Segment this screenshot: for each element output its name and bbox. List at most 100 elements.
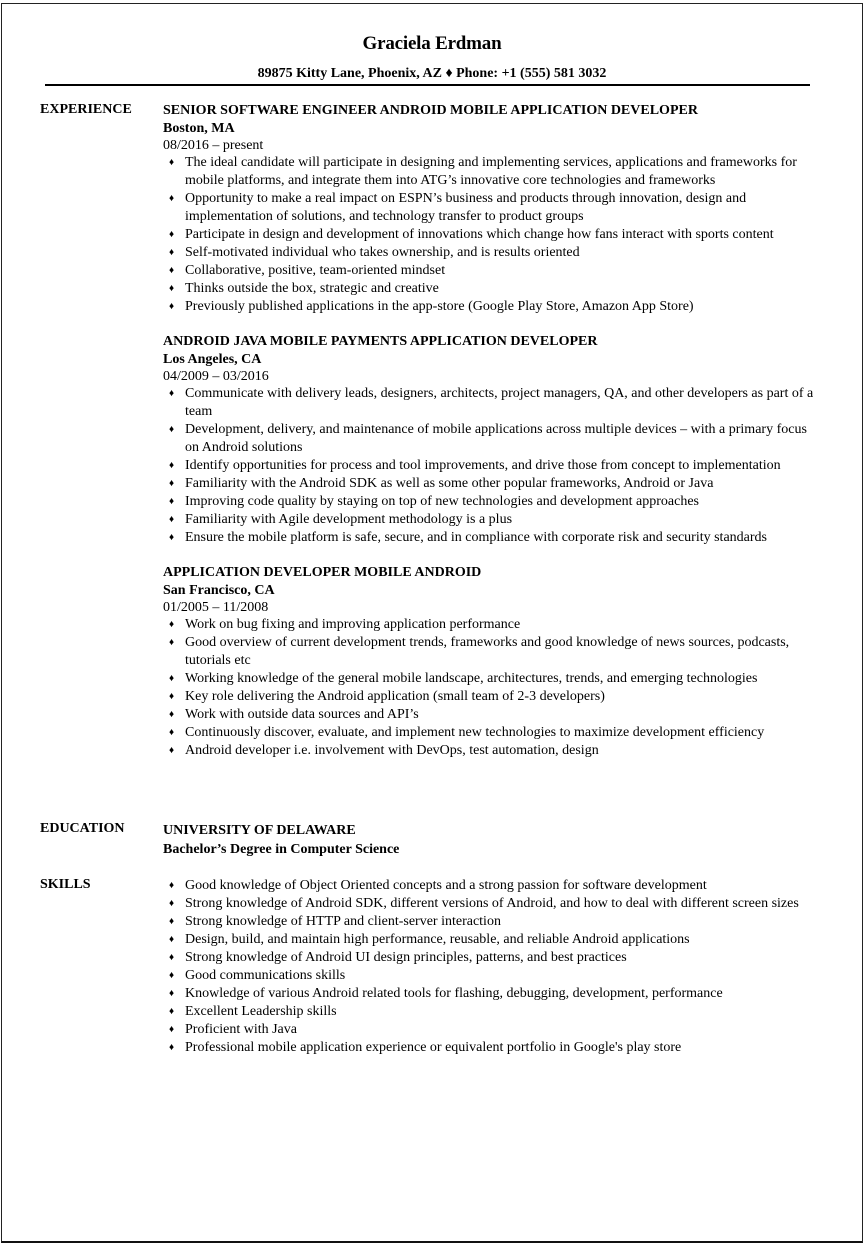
list-item-text: Excellent Leadership skills (185, 1004, 337, 1019)
contact-line: 89875 Kitty Lane, Phoenix, AZ ♦ Phone: +… (257, 66, 607, 81)
job-entry: SENIOR SOFTWARE ENGINEER ANDROID MOBILE … (163, 102, 823, 316)
job-dates: 01/2005 – 11/2008 (163, 600, 269, 615)
list-item: ♦ Thinks outside the box, strategic and c… (163, 280, 823, 298)
list-item: ♦ Strong knowledge of Android SDK, differ… (163, 895, 823, 913)
education-entry: UNIVERSITY OF DELAWARE Bachelor’s Degree… (163, 821, 823, 859)
bullet-icon: ♦ (169, 478, 175, 489)
list-item-text: Development, delivery, and maintenance o… (185, 422, 807, 455)
list-item-text: Collaborative, positive, team-oriented m… (185, 263, 446, 278)
list-item: ♦ Good communications skills (163, 967, 823, 985)
list-item: ♦ Familiarity with Agile development meth… (163, 511, 823, 529)
job-entry: APPLICATION DEVELOPER MOBILE ANDROID San … (163, 564, 823, 760)
list-item: ♦ Communicate with delivery leads, design… (163, 385, 823, 421)
job-dates: 08/2016 – present (163, 138, 264, 153)
list-item: ♦ Strong knowledge of Android UI design p… (163, 949, 823, 967)
list-item: ♦ Work with outside data sources and API’… (163, 706, 823, 724)
list-item-text: Self-motivated individual who takes owne… (185, 245, 580, 260)
bullet-icon: ♦ (169, 460, 175, 471)
job-bullets: ♦ Work on bug fixing and improving applic… (163, 616, 823, 760)
list-item: ♦ Working knowledge of the general mobile… (163, 670, 823, 688)
bullet-icon: ♦ (169, 691, 175, 702)
list-item-text: Strong knowledge of HTTP and client-serv… (185, 914, 501, 929)
bullet-icon: ♦ (169, 496, 175, 507)
skills-list-container: ♦ Good knowledge of Object Oriented conce… (163, 877, 823, 1057)
job-location: Boston, MA (163, 121, 235, 136)
bullet-icon: ♦ (169, 283, 175, 294)
bullet-icon: ♦ (169, 916, 175, 927)
bullet-icon: ♦ (169, 157, 175, 168)
list-item: ♦ Strong knowledge of HTTP and client-ser… (163, 913, 823, 931)
list-item-text: Previously published applications in the… (185, 299, 694, 314)
section-label-skills: SKILLS (40, 877, 91, 892)
bullet-icon: ♦ (169, 265, 175, 276)
list-item: ♦ Participate in design and development o… (163, 226, 823, 244)
job-title: SENIOR SOFTWARE ENGINEER ANDROID MOBILE … (163, 103, 698, 118)
section-label-education: EDUCATION (40, 821, 125, 836)
list-item: ♦ Good overview of current development tr… (163, 634, 823, 670)
list-item-text: Key role delivering the Android applicat… (185, 689, 605, 704)
bullet-icon: ♦ (169, 247, 175, 258)
header-divider (45, 84, 810, 86)
bullet-icon: ♦ (169, 1006, 175, 1017)
bullet-icon: ♦ (169, 880, 175, 891)
list-item: ♦ Knowledge of various Android related to… (163, 985, 823, 1003)
list-item: ♦ The ideal candidate will participate in… (163, 154, 823, 190)
job-bullets: ♦ The ideal candidate will participate in… (163, 154, 823, 316)
list-item-text: Knowledge of various Android related too… (185, 986, 723, 1001)
bullet-icon: ♦ (169, 193, 175, 204)
job-title: ANDROID JAVA MOBILE PAYMENTS APPLICATION… (163, 334, 598, 349)
list-item-text: Identify opportunities for process and t… (185, 458, 781, 473)
list-item: ♦ Identify opportunities for process and … (163, 457, 823, 475)
education-school: UNIVERSITY OF DELAWARE (163, 823, 356, 838)
job-bullets: ♦ Communicate with delivery leads, design… (163, 385, 823, 547)
job-entry: ANDROID JAVA MOBILE PAYMENTS APPLICATION… (163, 333, 823, 547)
list-item: ♦ Design, build, and maintain high perfor… (163, 931, 823, 949)
list-item: ♦ Continuously discover, evaluate, and im… (163, 724, 823, 742)
bullet-icon: ♦ (169, 934, 175, 945)
list-item-text: Ensure the mobile platform is safe, secu… (185, 530, 767, 545)
list-item-text: Professional mobile application experien… (185, 1040, 682, 1055)
section-label-experience: EXPERIENCE (40, 102, 132, 117)
list-item-text: Work with outside data sources and API’s (185, 707, 419, 722)
list-item-text: Good knowledge of Object Oriented concep… (185, 878, 707, 893)
list-item-text: Design, build, and maintain high perform… (185, 932, 690, 947)
list-item-text: Communicate with delivery leads, designe… (185, 386, 814, 419)
list-item: ♦ Opportunity to make a real impact on ES… (163, 190, 823, 226)
education-degree: Bachelor’s Degree in Computer Science (163, 842, 400, 857)
list-item: ♦ Work on bug fixing and improving applic… (163, 616, 823, 634)
bullet-icon: ♦ (169, 727, 175, 738)
bullet-icon: ♦ (169, 637, 175, 648)
list-item-text: Improving code quality by staying on top… (185, 494, 699, 509)
list-item-text: Participate in design and development of… (185, 227, 774, 242)
bullet-icon: ♦ (169, 1024, 175, 1035)
list-item-text: Good communications skills (185, 968, 346, 983)
bullet-icon: ♦ (169, 1042, 175, 1053)
job-location: San Francisco, CA (163, 583, 275, 598)
list-item-text: Android developer i.e. involvement with … (185, 743, 599, 758)
bullet-icon: ♦ (169, 229, 175, 240)
bullet-icon: ♦ (169, 709, 175, 720)
list-item: ♦ Excellent Leadership skills (163, 1003, 823, 1021)
resume-page: Graciela Erdman 89875 Kitty Lane, Phoeni… (1, 3, 863, 1243)
job-title: APPLICATION DEVELOPER MOBILE ANDROID (163, 565, 482, 580)
list-item: ♦ Self-motivated individual who takes own… (163, 244, 823, 262)
list-item: ♦ Good knowledge of Object Oriented conce… (163, 877, 823, 895)
list-item-text: Familiarity with Agile development metho… (185, 512, 513, 527)
list-item-text: Continuously discover, evaluate, and imp… (185, 725, 765, 740)
bullet-icon: ♦ (169, 424, 175, 435)
list-item: ♦ Professional mobile application experie… (163, 1039, 823, 1057)
bullet-icon: ♦ (169, 388, 175, 399)
list-item-text: Proficient with Java (185, 1022, 297, 1037)
list-item-text: Working knowledge of the general mobile … (185, 671, 758, 686)
list-item: ♦ Key role delivering the Android applica… (163, 688, 823, 706)
job-dates: 04/2009 – 03/2016 (163, 369, 269, 384)
list-item: ♦ Android developer i.e. involvement with… (163, 742, 823, 760)
list-item-text: Opportunity to make a real impact on ESP… (185, 191, 747, 224)
list-item: ♦ Familiarity with the Android SDK as wel… (163, 475, 823, 493)
list-item-text: Strong knowledge of Android UI design pr… (185, 950, 627, 965)
list-item: ♦ Collaborative, positive, team-oriented … (163, 262, 823, 280)
job-location: Los Angeles, CA (163, 352, 262, 367)
bullet-icon: ♦ (169, 301, 175, 312)
bullet-icon: ♦ (169, 952, 175, 963)
bullet-icon: ♦ (169, 619, 175, 630)
